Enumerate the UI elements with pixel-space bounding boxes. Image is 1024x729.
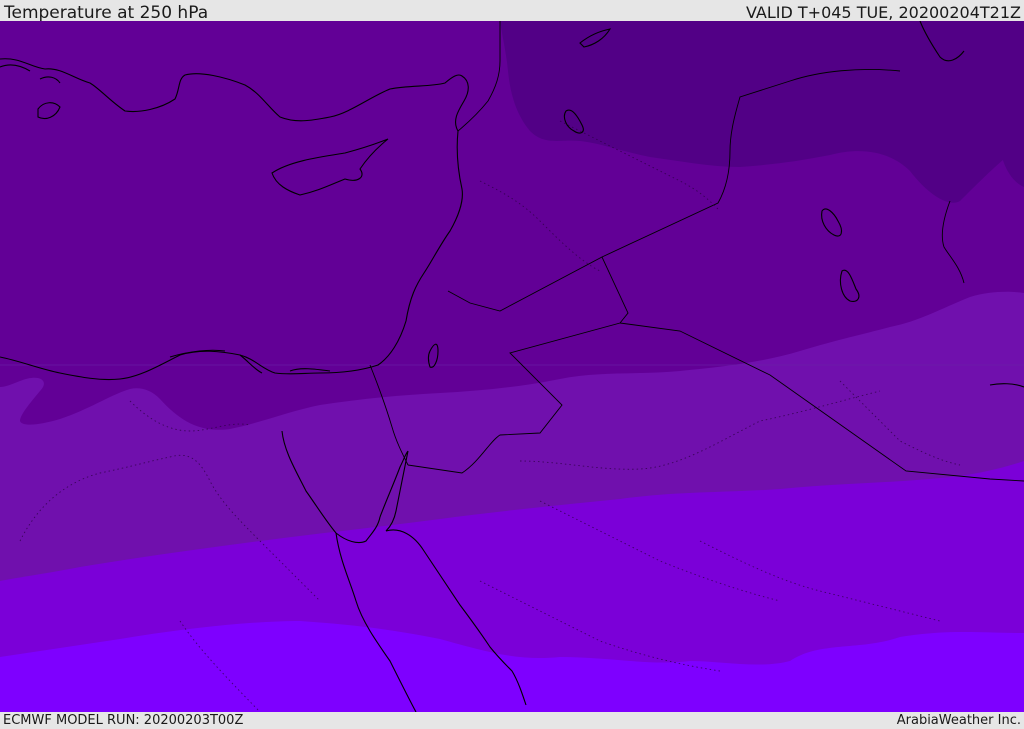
credit-label: ArabiaWeather Inc. bbox=[896, 713, 1021, 728]
weather-map[interactable] bbox=[0, 21, 1024, 712]
temperature-map-svg bbox=[0, 21, 1024, 712]
model-run-label: ECMWF MODEL RUN: 20200203T00Z bbox=[3, 713, 244, 728]
header-bar: Temperature at 250 hPa VALID T+045 TUE, … bbox=[0, 0, 1024, 23]
valid-time-label: VALID T+045 TUE, 20200204T21Z bbox=[745, 3, 1021, 22]
footer-bar: ECMWF MODEL RUN: 20200203T00Z ArabiaWeat… bbox=[0, 712, 1024, 729]
map-title: Temperature at 250 hPa bbox=[4, 3, 209, 23]
